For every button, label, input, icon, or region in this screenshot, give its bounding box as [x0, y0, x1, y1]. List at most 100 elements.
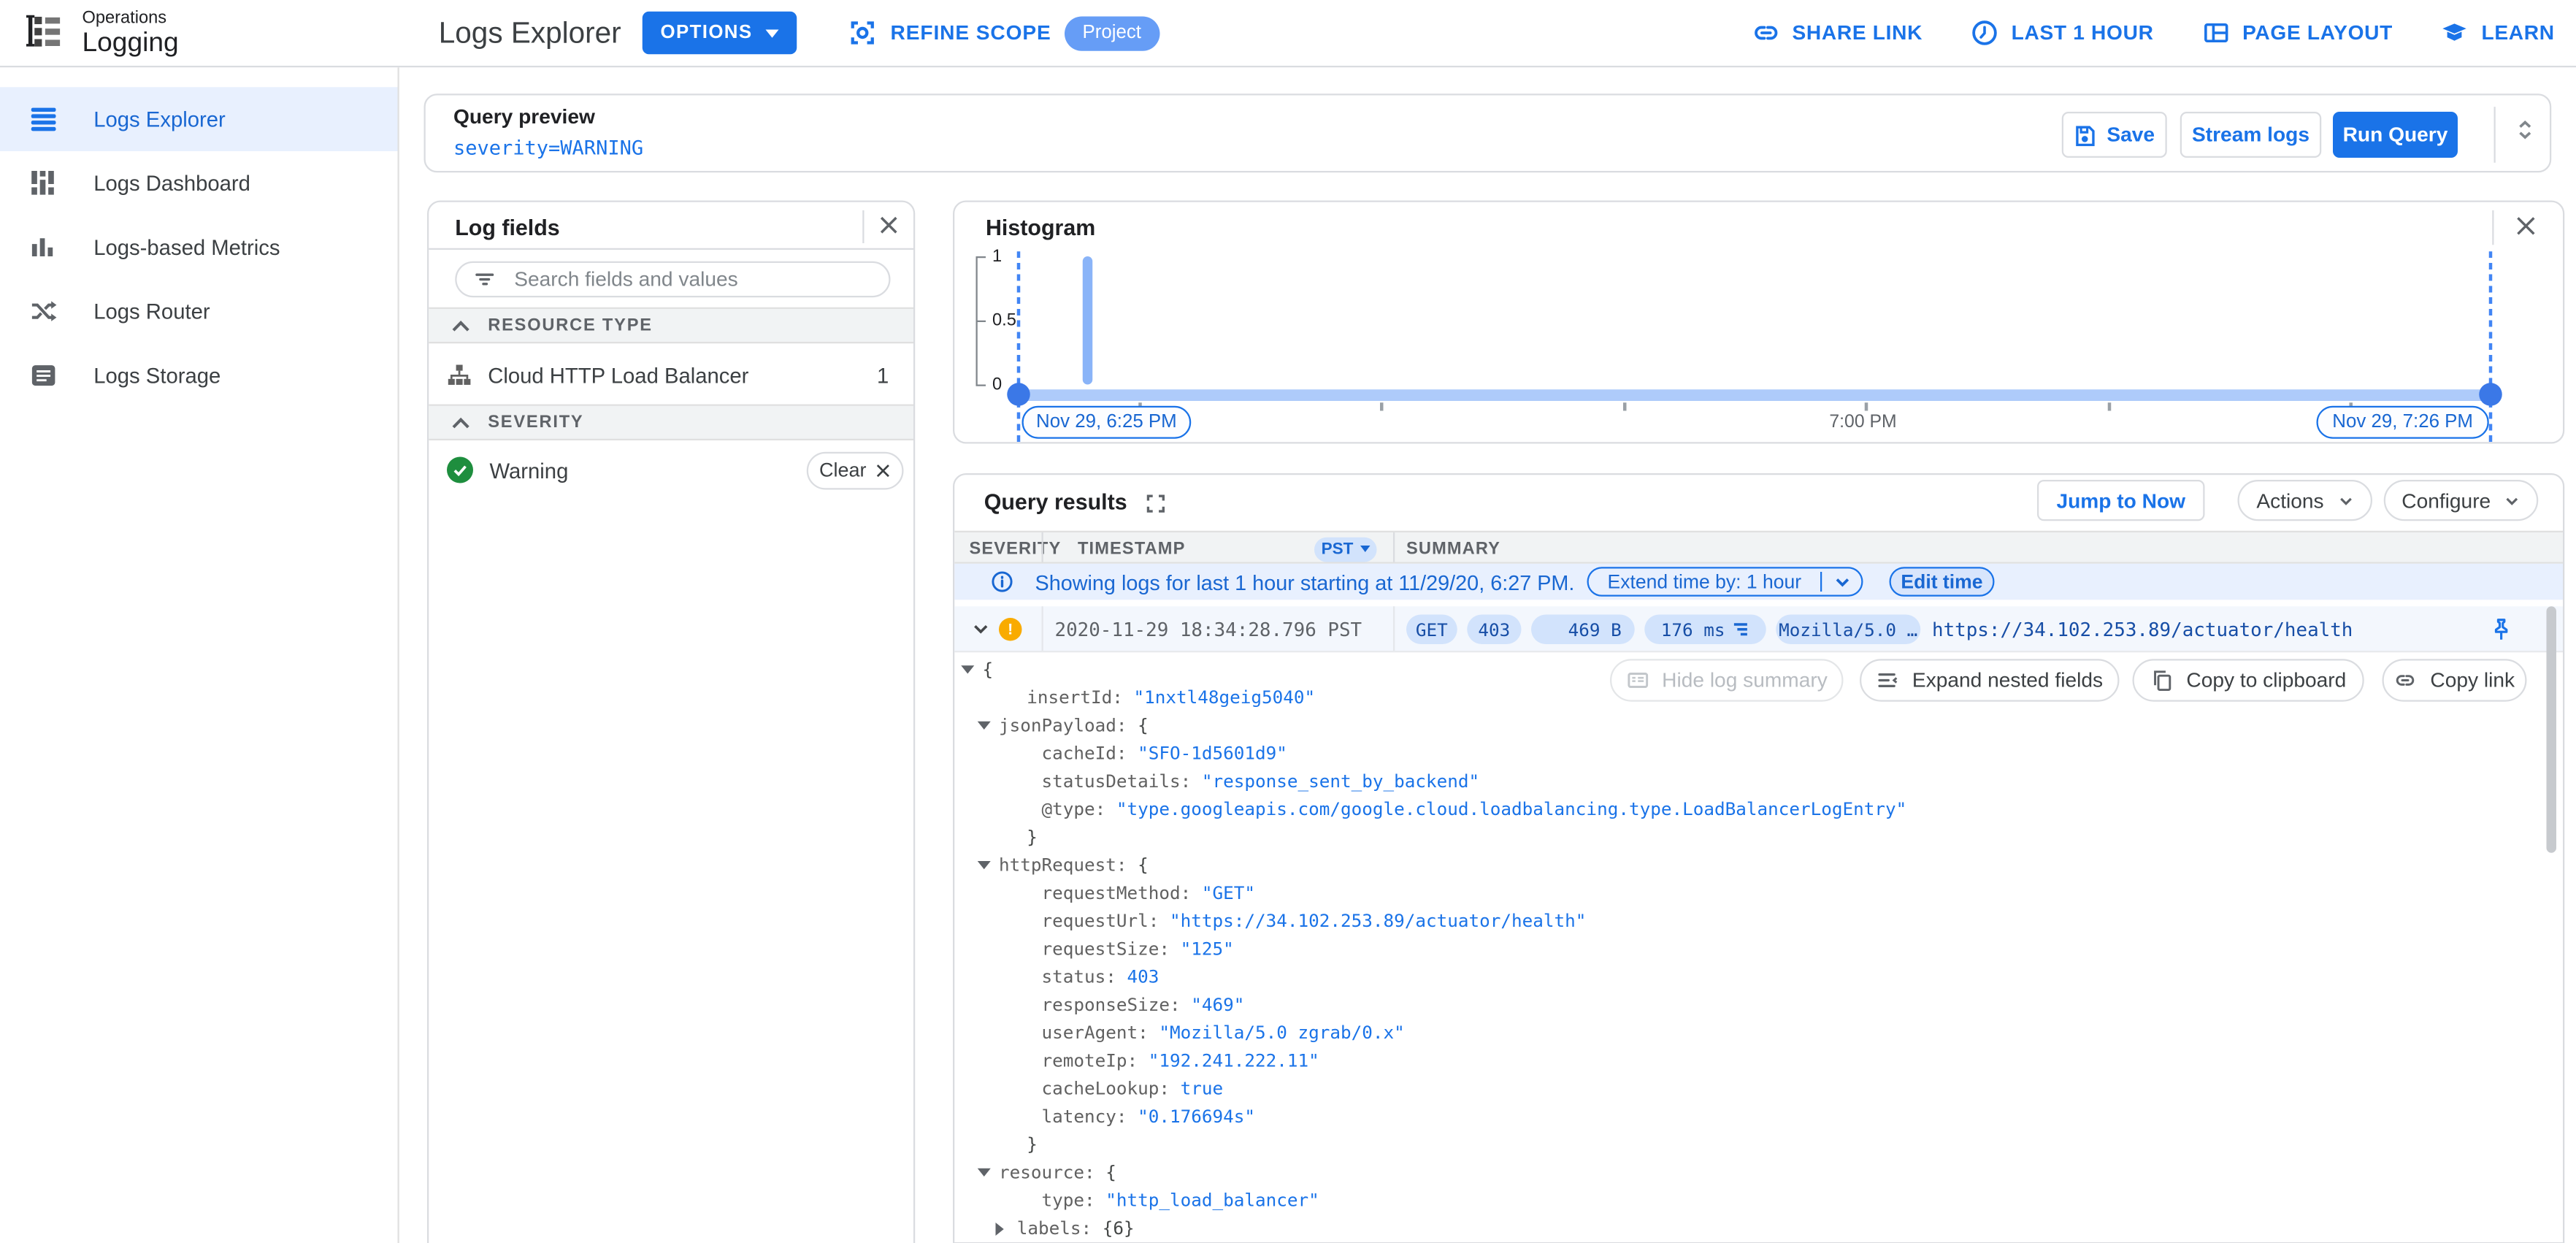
page-layout-button[interactable]: PAGE LAYOUT [2201, 18, 2393, 48]
json-value[interactable]: "SFO-1d5601d9" [1138, 743, 1287, 764]
json-line: requestUrl: "https://34.102.253.89/actua… [954, 907, 2543, 935]
actions-button[interactable]: Actions [2237, 480, 2372, 521]
stream-logs-button[interactable]: Stream logs [2180, 112, 2322, 158]
json-value[interactable]: "response_sent_by_backend" [1202, 770, 1479, 792]
json-value[interactable]: "GET" [1202, 882, 1255, 903]
expand-nested-fields-button[interactable]: Expand nested fields [1860, 659, 2120, 702]
query-text[interactable]: severity=WARNING [453, 137, 643, 160]
json-value[interactable]: { [1138, 854, 1149, 876]
range-end-chip[interactable]: Nov 29, 7:26 PM [2316, 405, 2489, 439]
fullscreen-icon[interactable] [1145, 493, 1166, 514]
json-value[interactable]: 403 [1127, 966, 1159, 987]
options-button[interactable]: OPTIONS [642, 11, 797, 55]
json-value[interactable]: true [1181, 1078, 1224, 1099]
refine-scope-button[interactable]: REFINE SCOPE Project [848, 0, 1159, 66]
sidebar-item-logs-based-metrics[interactable]: Logs-based Metrics [0, 215, 398, 280]
configure-button[interactable]: Configure [2383, 480, 2539, 521]
json-value[interactable]: "type.googleapis.com/google.cloud.loadba… [1116, 799, 1906, 820]
json-value[interactable]: "125" [1181, 938, 1234, 960]
json-key[interactable]: responseSize: [1042, 994, 1192, 1015]
collapse-triangle-icon[interactable] [961, 665, 975, 674]
edit-time-button[interactable]: Edit time [1889, 567, 1995, 597]
column-timestamp[interactable]: TIMESTAMP [1078, 539, 1186, 559]
json-value[interactable]: { [1105, 1162, 1116, 1183]
clear-filter-button[interactable]: Clear [806, 451, 904, 489]
copy-link-button[interactable]: Copy link [2382, 659, 2527, 702]
json-value[interactable]: { [1138, 715, 1149, 736]
json-value[interactable]: "https://34.102.253.89/actuator/health" [1170, 911, 1586, 932]
jump-to-now-button[interactable]: Jump to Now [2037, 480, 2205, 521]
expand-triangle-icon[interactable] [995, 1221, 1004, 1235]
divider [862, 210, 865, 243]
collapse-triangle-icon[interactable] [977, 1168, 991, 1177]
json-value[interactable]: "0.176694s" [1138, 1106, 1255, 1127]
sidebar-item-logs-router[interactable]: Logs Router [0, 280, 398, 344]
json-key[interactable]: latency: [1042, 1106, 1138, 1127]
json-key[interactable]: @type: [1042, 799, 1116, 820]
sidebar-item-logs-explorer[interactable]: Logs Explorer [0, 87, 398, 151]
pin-icon[interactable] [2489, 616, 2514, 644]
column-summary[interactable]: SUMMARY [1406, 539, 1500, 559]
json-value[interactable]: "469" [1191, 994, 1244, 1015]
sidebar-item-logs-dashboard[interactable]: Logs Dashboard [0, 151, 398, 215]
json-key[interactable]: type: [1042, 1190, 1106, 1211]
close-histogram-button[interactable] [2515, 215, 2537, 237]
json-key[interactable]: requestSize: [1042, 938, 1181, 960]
run-query-button[interactable]: Run Query [2333, 112, 2458, 158]
extend-time-button[interactable]: Extend time by: 1 hour [1587, 567, 1863, 597]
x-axis-tick [2107, 402, 2111, 411]
json-value[interactable]: "http_load_balancer" [1105, 1190, 1319, 1211]
json-key[interactable]: jsonPayload: [999, 715, 1138, 736]
json-key[interactable]: labels: [1017, 1217, 1103, 1239]
log-fields-search[interactable] [455, 261, 891, 298]
timezone-chip[interactable]: PST [1314, 536, 1377, 562]
results-scrollbar-thumb[interactable] [2546, 606, 2556, 853]
json-value[interactable]: "192.241.222.11" [1149, 1050, 1319, 1071]
range-start-chip[interactable]: Nov 29, 6:25 PM [1021, 405, 1192, 439]
json-value[interactable]: {6} [1103, 1217, 1135, 1239]
search-input[interactable] [510, 266, 873, 293]
section-resource-type[interactable]: RESOURCE TYPE [429, 307, 913, 344]
range-start-handle[interactable] [1006, 383, 1030, 406]
severity-warning-row[interactable]: Warning Clear [429, 442, 913, 498]
json-key[interactable]: remoteIp: [1042, 1050, 1149, 1071]
json-key[interactable]: requestUrl: [1042, 911, 1170, 932]
time-range-band[interactable] [1016, 389, 2491, 400]
range-end-handle[interactable] [2479, 383, 2502, 406]
json-key[interactable]: cacheId: [1042, 743, 1138, 764]
json-key[interactable]: userAgent: [1042, 1022, 1159, 1044]
chevron-down-icon [1360, 546, 1370, 552]
close-log-fields-button[interactable] [879, 215, 899, 235]
sidebar-item-logs-storage[interactable]: Logs Storage [0, 343, 398, 408]
chevron-down-icon[interactable] [1822, 573, 1861, 591]
collapse-entry-chevron-icon[interactable] [971, 619, 991, 639]
time-range-button[interactable]: LAST 1 HOUR [1970, 18, 2153, 48]
json-key[interactable]: status: [1042, 966, 1127, 987]
histogram-bar[interactable] [1082, 256, 1093, 385]
json-value[interactable]: "Mozilla/5.0 zgrab/0.x" [1159, 1022, 1404, 1044]
json-key[interactable]: resource: [999, 1162, 1105, 1183]
column-severity[interactable]: SEVERITY [970, 539, 1062, 559]
copy-to-clipboard-button[interactable]: Copy to clipboard [2132, 659, 2364, 702]
json-value[interactable]: } [1027, 827, 1038, 848]
json-key[interactable]: statusDetails: [1042, 770, 1202, 792]
json-key[interactable]: cacheLookup: [1042, 1078, 1181, 1099]
learn-button[interactable]: LEARN [2440, 18, 2555, 48]
collapse-triangle-icon[interactable] [977, 861, 991, 870]
expand-collapse-editor-button[interactable] [2514, 117, 2537, 143]
field-value-row[interactable]: Cloud HTTP Load Balancer 1 [429, 345, 913, 405]
json-value[interactable]: "1nxtl48geig5040" [1134, 687, 1316, 708]
json-key[interactable]: requestMethod: [1042, 882, 1202, 903]
product-brand[interactable]: Operations Logging [21, 8, 179, 59]
log-entry-row[interactable]: ! 2020-11-29 18:34:28.796 PST GET 403 46… [954, 606, 2563, 653]
json-key[interactable]: insertId: [1027, 687, 1133, 708]
collapse-triangle-icon[interactable] [977, 721, 991, 730]
json-key[interactable]: httpRequest: [999, 854, 1138, 876]
json-value[interactable]: { [983, 659, 994, 680]
log-timestamp: 2020-11-29 18:34:28.796 PST [1054, 618, 1362, 641]
save-button[interactable]: Save [2061, 112, 2167, 158]
share-link-button[interactable]: SHARE LINK [1751, 18, 1923, 48]
json-value[interactable]: } [1027, 1134, 1038, 1155]
scope-badge[interactable]: Project [1064, 15, 1159, 50]
section-severity[interactable]: SEVERITY [429, 404, 913, 440]
